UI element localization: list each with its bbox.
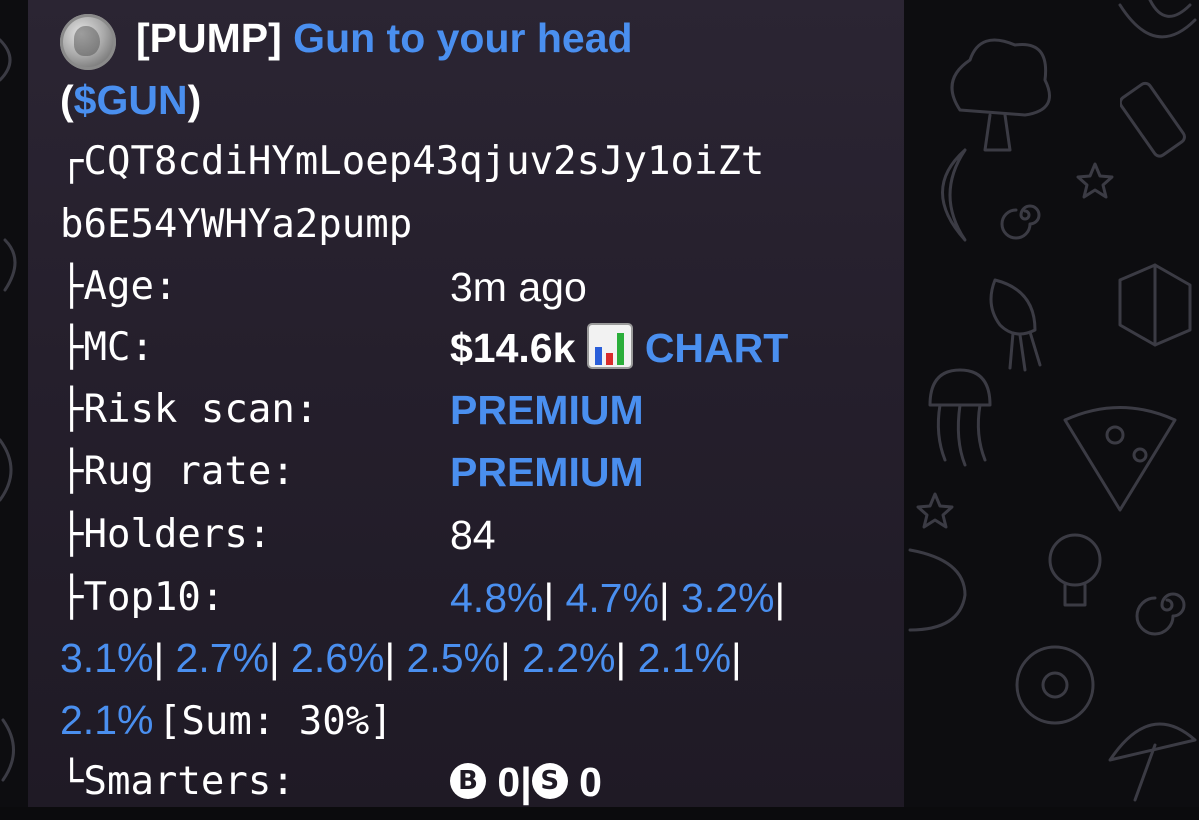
address-part-1[interactable]: CQT8cdiHYmLoep43qjuv2sJy1oiZt [83, 139, 764, 184]
address-line-1[interactable]: ┌CQT8cdiHYmLoep43qjuv2sJy1oiZt [60, 132, 764, 192]
age-label: Age: [83, 264, 178, 309]
tree-mid: ├ [60, 575, 84, 620]
paren-open: ( [60, 77, 74, 123]
token-name-link[interactable]: Gun to your head [293, 15, 632, 61]
smarters-label: Smarters: [83, 759, 295, 804]
top10-row: ├Top10: 4.8%| 4.7%| 3.2%| [60, 568, 860, 628]
mc-value-group: $14.6k CHART [450, 318, 788, 378]
doodle-milk-carton-icon [1118, 263, 1192, 347]
top10-holder-5[interactable]: 2.7% [176, 635, 269, 681]
risk-scan-premium-link[interactable]: PREMIUM [450, 380, 644, 440]
address-line-2[interactable]: b6E54YWHYa2pump [60, 195, 412, 255]
doodle-small-star-icon [916, 492, 954, 529]
top10-separator: | [268, 635, 280, 681]
tree-mid: ├ [60, 512, 84, 557]
rug-rate-row: ├Rug rate: PREMIUM [60, 442, 840, 502]
doodle-face-icon [908, 548, 967, 632]
top10-holder-8[interactable]: 2.2% [522, 635, 615, 681]
top10-sum: [Sum: 30%] [157, 699, 393, 744]
top10-row-2: 3.1%| 2.7%| 2.6%| 2.5%| 2.2%| 2.1%| [60, 628, 880, 688]
address-part-2[interactable]: b6E54YWHYa2pump [60, 202, 412, 247]
tree-mid: ├ [60, 387, 84, 432]
tree-mid: ├ [60, 449, 84, 494]
rug-rate-label: Rug rate: [83, 449, 295, 494]
top10-holder-1[interactable]: 4.8% [450, 575, 543, 621]
top10-holder-3[interactable]: 3.2% [681, 575, 774, 621]
holders-value: 84 [450, 512, 496, 558]
exchange-tag: [PUMP] [136, 15, 282, 61]
bar-chart-icon [586, 323, 633, 370]
doodle-edge-shape-icon [0, 38, 17, 782]
smarters-separator: | [520, 759, 532, 805]
doodle-swirl-icon [1135, 592, 1186, 636]
doodle-pizza-icon [1063, 406, 1177, 512]
top10-separator: | [615, 635, 627, 681]
top10-separator: | [500, 635, 511, 681]
title-line-2: ($GUN) [60, 70, 201, 130]
rug-rate-premium-link[interactable]: PREMIUM [450, 442, 644, 502]
top10-holder-4[interactable]: 3.1% [60, 635, 153, 681]
doodle-balloon-icon [1118, 0, 1197, 39]
top10-group-1: 4.8%| 4.7%| 3.2%| [450, 568, 785, 628]
top10-holder-6[interactable]: 2.6% [291, 635, 384, 681]
holders-row: ├Holders: 84 [60, 505, 840, 565]
mc-value: $14.6k [450, 325, 576, 371]
doodle-moon-icon [941, 148, 967, 242]
ticker-link[interactable]: $GUN [74, 77, 188, 123]
top10-row-3: 2.1% [Sum: 30%] [60, 690, 393, 750]
top10-holder-2[interactable]: 4.7% [566, 575, 659, 621]
doodle-eight-ball-icon [1015, 645, 1095, 725]
age-value: 3m ago [450, 264, 587, 310]
circled-s-icon: S [531, 763, 568, 800]
tree-mid: ├ [60, 325, 84, 370]
top10-separator: | [153, 635, 165, 681]
chart-link[interactable]: CHART [645, 325, 788, 371]
doodle-umbrella-icon [1108, 722, 1197, 802]
title-line-1: [PUMP] Gun to your head [136, 8, 633, 68]
mc-label: MC: [83, 325, 154, 370]
risk-scan-label: Risk scan: [83, 387, 319, 432]
smarters-row: └Smarters: B 0| S 0 [60, 752, 840, 812]
doodle-jellyfish-icon [928, 368, 992, 467]
age-row: ├Age: 3m ago [60, 257, 840, 317]
tree-first: ┌ [60, 139, 84, 184]
token-coin-icon [60, 14, 116, 70]
smarters-buy-count: 0 [497, 759, 521, 805]
holders-label: Holders: [83, 512, 272, 557]
smarters-values: B 0| S 0 [450, 752, 602, 812]
doodle-tree-icon [950, 38, 1051, 152]
risk-scan-row: ├Risk scan: PREMIUM [60, 380, 840, 440]
top10-separator: | [658, 575, 670, 621]
circled-b-icon: B [450, 763, 486, 800]
top10-separator: | [384, 635, 396, 681]
paren-close: ) [187, 77, 202, 123]
doodle-spiral-icon [1000, 204, 1041, 240]
smarters-sell-count: 0 [579, 759, 602, 805]
doodle-star-icon [1076, 162, 1114, 199]
top10-label: Top10: [83, 575, 225, 620]
doodle-flashlight-icon [1120, 81, 1186, 158]
top10-separator: | [731, 635, 742, 681]
tree-last: └ [60, 759, 84, 804]
top10-holder-10[interactable]: 2.1% [60, 697, 153, 743]
top10-holder-7[interactable]: 2.5% [407, 635, 500, 681]
tree-mid: ├ [60, 264, 84, 309]
top10-separator: | [774, 575, 786, 621]
top10-separator: | [543, 575, 555, 621]
mc-row: ├MC: $14.6k CHART [60, 318, 840, 378]
doodle-lightbulb-icon [1048, 533, 1102, 607]
top10-holder-9[interactable]: 2.1% [638, 635, 731, 681]
